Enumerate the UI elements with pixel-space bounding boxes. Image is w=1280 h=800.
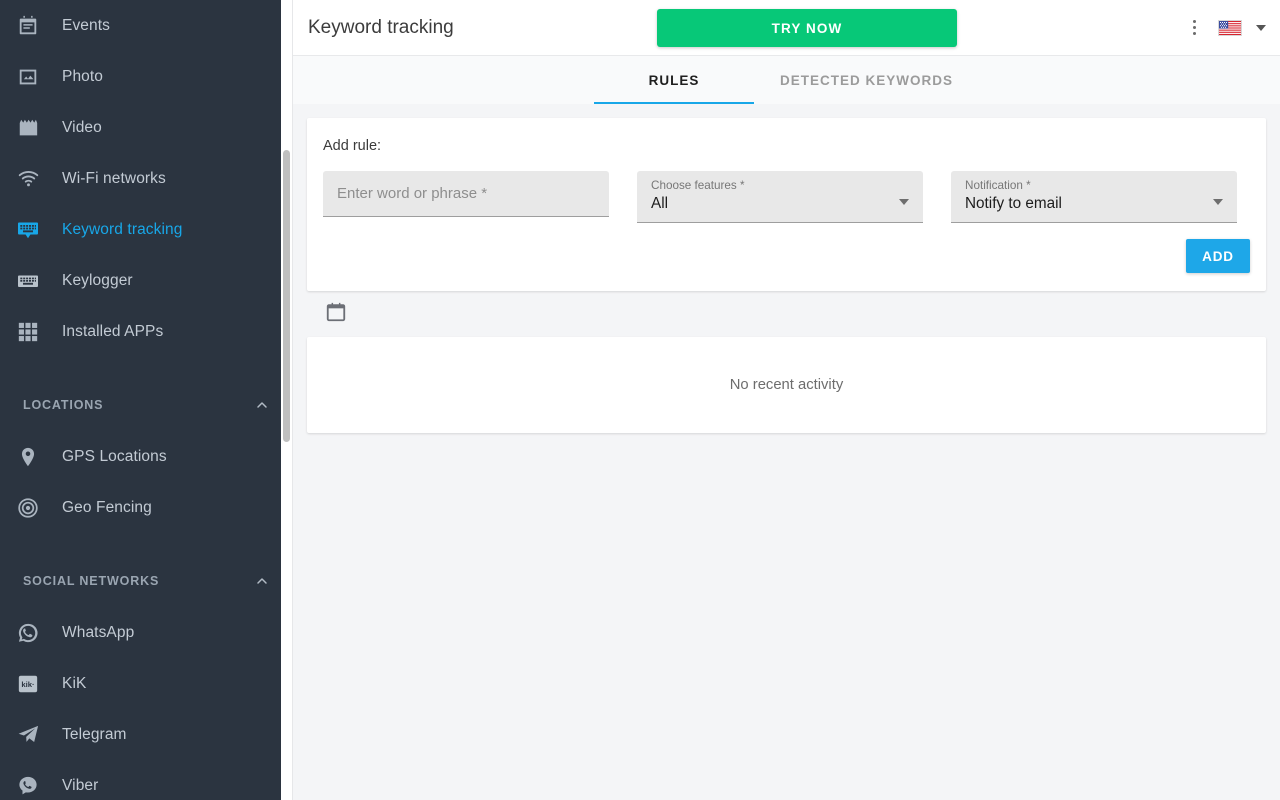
tab-detected-keywords[interactable]: DETECTED KEYWORDS (754, 56, 979, 104)
sidebar-item-whatsapp[interactable]: WhatsApp (0, 607, 292, 658)
rule-fields-row: Choose features * All Notification * Not… (323, 171, 1250, 223)
viber-icon (16, 774, 40, 798)
sidebar-scrollbar-track[interactable] (281, 0, 292, 800)
notification-select[interactable]: Notification * Notify to email (951, 171, 1237, 223)
recent-activity-card: No recent activity (307, 337, 1266, 433)
sidebar-item-installed-apps[interactable]: Installed APPs (0, 306, 292, 357)
notification-caption: Notification * (965, 179, 1031, 192)
keyboard-icon (16, 269, 40, 293)
sidebar-item-telegram[interactable]: Telegram (0, 709, 292, 760)
content-area: Add rule: Choose features * All Notifica… (293, 104, 1280, 800)
sidebar-section-social-networks[interactable]: SOCIAL NETWORKS (0, 555, 292, 607)
sidebar-item-label: Geo Fencing (62, 498, 152, 516)
choose-features-select[interactable]: Choose features * All (637, 171, 923, 223)
sidebar-section-locations[interactable]: LOCATIONS (0, 379, 292, 431)
tab-rules[interactable]: RULES (593, 56, 754, 104)
top-bar: Keyword tracking TRY NOW (293, 0, 1280, 56)
chevron-down-icon[interactable] (1256, 24, 1266, 31)
sidebar-item-label: Installed APPs (62, 322, 164, 340)
whatsapp-icon (16, 621, 40, 645)
notification-value: Notify to email (965, 195, 1062, 212)
sidebar-item-gps-locations[interactable]: GPS Locations (0, 431, 292, 482)
sidebar-item-wifi-networks[interactable]: Wi-Fi networks (0, 153, 292, 204)
sidebar-item-kik[interactable]: kik· KiK (0, 658, 292, 709)
keyword-input-wrapper[interactable] (323, 171, 609, 217)
sidebar-item-label: WhatsApp (62, 623, 135, 641)
sidebar-item-label: Video (62, 118, 102, 136)
target-icon (16, 496, 40, 520)
add-rule-button[interactable]: ADD (1186, 239, 1250, 273)
chevron-up-icon[interactable] (254, 397, 270, 413)
add-rule-heading: Add rule: (323, 138, 382, 154)
dropdown-arrow-icon[interactable] (899, 199, 909, 205)
sidebar-item-label: Wi-Fi networks (62, 169, 166, 187)
date-filter-row (307, 291, 1266, 337)
add-button-row: ADD (323, 239, 1250, 273)
sidebar-item-label: GPS Locations (62, 447, 167, 465)
sidebar-item-label: Telegram (62, 725, 127, 743)
sidebar-item-label: KiK (62, 674, 87, 692)
telegram-icon (16, 723, 40, 747)
events-icon (16, 14, 40, 38)
sidebar-item-label: Viber (62, 776, 99, 794)
main-content: Keyword tracking TRY NOW RULES DETECTED … (292, 0, 1280, 800)
tab-bar: RULES DETECTED KEYWORDS (293, 56, 1280, 104)
wifi-icon (16, 167, 40, 191)
sidebar-item-label: Events (62, 16, 110, 34)
calendar-icon[interactable] (325, 301, 347, 328)
more-vertical-icon[interactable] (1184, 18, 1204, 38)
us-flag-icon[interactable] (1218, 19, 1242, 36)
sidebar-item-label: Keylogger (62, 271, 133, 289)
sidebar-item-geo-fencing[interactable]: Geo Fencing (0, 482, 292, 533)
sidebar-item-photo[interactable]: Photo (0, 51, 292, 102)
no-activity-message: No recent activity (729, 377, 844, 393)
apps-grid-icon (16, 320, 40, 344)
sidebar-item-keyword-tracking[interactable]: Keyword tracking (0, 204, 292, 255)
video-icon (16, 116, 40, 140)
map-pin-icon (16, 445, 40, 469)
top-bar-actions (1184, 18, 1266, 38)
dropdown-arrow-icon[interactable] (1213, 199, 1223, 205)
page-title: Keyword tracking (308, 16, 454, 38)
sidebar-item-label: Keyword tracking (62, 220, 183, 238)
sidebar-section-title: SOCIAL NETWORKS (23, 574, 160, 588)
try-now-button[interactable]: TRY NOW (657, 9, 957, 47)
sidebar-item-video[interactable]: Video (0, 102, 292, 153)
choose-features-caption: Choose features * (651, 179, 745, 192)
keyword-input[interactable] (337, 185, 595, 202)
keyword-tracking-icon (16, 218, 40, 242)
choose-features-value: All (651, 195, 668, 212)
sidebar-scrollbar-thumb[interactable] (283, 150, 290, 442)
sidebar-item-label: Photo (62, 67, 104, 85)
sidebar-section-title: LOCATIONS (23, 398, 104, 412)
sidebar-item-events[interactable]: Events (0, 0, 292, 51)
sidebar-item-keylogger[interactable]: Keylogger (0, 255, 292, 306)
sidebar-item-viber[interactable]: Viber (0, 760, 292, 800)
chevron-up-icon[interactable] (254, 573, 270, 589)
add-rule-card: Add rule: Choose features * All Notifica… (307, 118, 1266, 291)
photo-icon (16, 65, 40, 89)
sidebar: Events Photo Video Wi-Fi networks Keywor… (0, 0, 292, 800)
kik-icon: kik· (16, 672, 40, 696)
svg-text:kik·: kik· (21, 680, 34, 689)
sidebar-scroll-content: Events Photo Video Wi-Fi networks Keywor… (0, 0, 292, 800)
